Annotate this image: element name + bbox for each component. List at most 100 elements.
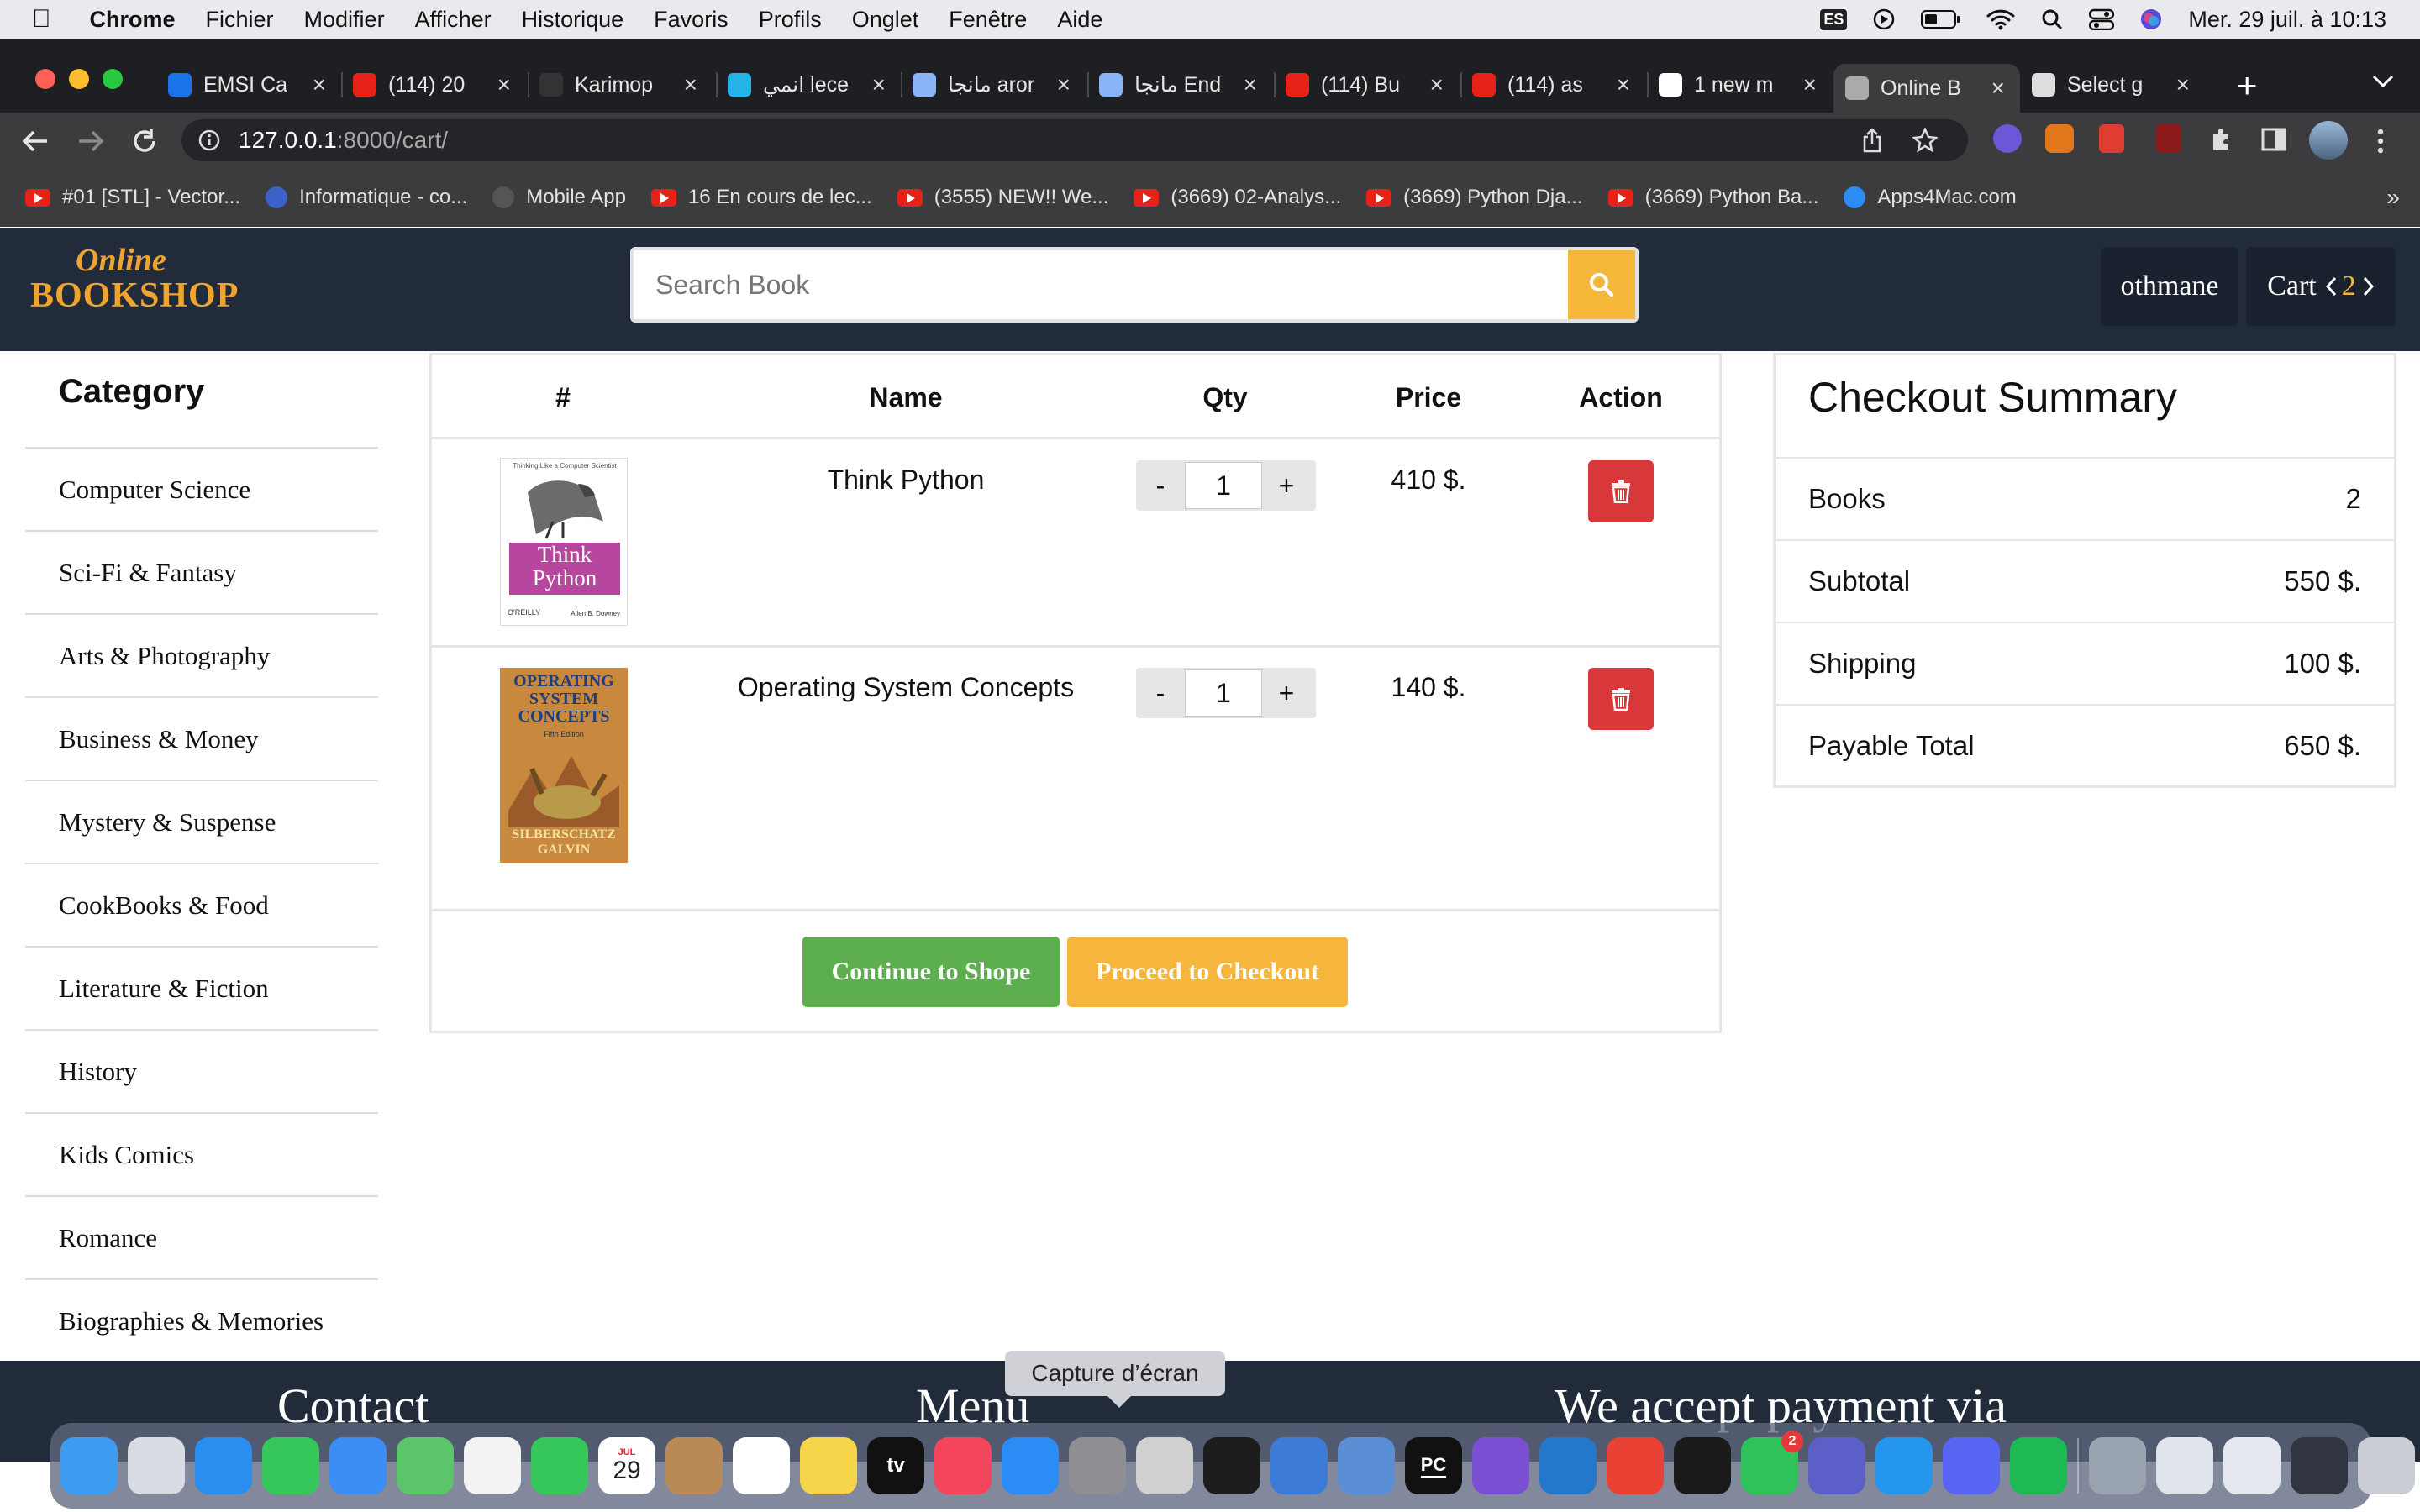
whatsapp-icon[interactable]: 2: [1741, 1431, 1803, 1494]
menu-favoris[interactable]: Favoris: [654, 7, 729, 33]
docker-icon[interactable]: [1876, 1437, 1933, 1494]
decrease-qty-button[interactable]: -: [1136, 678, 1185, 709]
xcode-icon[interactable]: [1270, 1437, 1328, 1494]
new-tab-button[interactable]: +: [2237, 66, 2258, 106]
play-status-icon[interactable]: [1872, 8, 1896, 31]
teams-icon[interactable]: [1808, 1437, 1865, 1494]
window-close-button[interactable]: [35, 69, 55, 89]
category-item[interactable]: Kids Comics: [25, 1112, 378, 1195]
bookmarks-overflow-button[interactable]: »: [2386, 184, 2400, 211]
logo-bookshop-text[interactable]: BOOKSHOP: [30, 276, 239, 316]
search-input[interactable]: [634, 250, 1568, 319]
cover-think-python[interactable]: Thinking Like a Computer Scientist Think…: [500, 458, 628, 626]
photos-icon[interactable]: [464, 1437, 521, 1494]
tab-close-icon[interactable]: ×: [1803, 71, 1817, 98]
menu-fenetre[interactable]: Fenêtre: [949, 7, 1027, 33]
bookmark-item[interactable]: Apps4Mac.com: [1844, 186, 2017, 209]
extension-adblock-icon[interactable]: [2099, 124, 2124, 153]
browser-tab[interactable]: مانجا aror ×: [913, 64, 1077, 106]
menu-app-name[interactable]: Chrome: [90, 7, 176, 33]
item-name[interactable]: Think Python: [828, 465, 985, 496]
browser-tab[interactable]: (114) 20 ×: [353, 64, 518, 106]
tab-close-icon[interactable]: ×: [1991, 75, 2005, 102]
tab-close-icon[interactable]: ×: [1430, 71, 1444, 98]
menu-bar-clock[interactable]: Mer. 29 juil. à 10:13: [2188, 7, 2386, 33]
forward-arrow-icon[interactable]: [77, 129, 104, 153]
bookmark-item[interactable]: (3669) Python Ba...: [1607, 186, 1818, 209]
bookmark-item[interactable]: (3555) NEW!! We...: [897, 186, 1108, 209]
screenshot-icon[interactable]: [1136, 1437, 1193, 1494]
pycharm-icon[interactable]: PC: [1405, 1437, 1462, 1494]
extension-ublock-icon[interactable]: [2156, 124, 2181, 153]
messages-icon[interactable]: [262, 1437, 319, 1494]
discord-icon[interactable]: [1943, 1437, 2000, 1494]
browser-tab[interactable]: Karimop ×: [539, 64, 704, 106]
notes-icon[interactable]: [800, 1437, 857, 1494]
network-icon[interactable]: [1338, 1437, 1395, 1494]
menu-onglet[interactable]: Onglet: [852, 7, 919, 33]
system-preferences-icon[interactable]: [1069, 1437, 1126, 1494]
continue-shopping-button[interactable]: Continue to Shope: [802, 937, 1060, 1007]
bookmark-item[interactable]: (3669) 02-Analys...: [1134, 186, 1341, 209]
tab-close-icon[interactable]: ×: [1057, 71, 1071, 98]
category-item[interactable]: Arts & Photography: [25, 613, 378, 696]
bookmark-item[interactable]: #01 [STL] - Vector...: [25, 186, 240, 209]
category-item[interactable]: CookBooks & Food: [25, 863, 378, 946]
bookmark-item[interactable]: Mobile App: [492, 186, 626, 209]
tab-close-icon[interactable]: ×: [1617, 71, 1630, 98]
spotlight-search-icon[interactable]: [2040, 8, 2064, 31]
menu-aide[interactable]: Aide: [1057, 7, 1102, 33]
delete-item-button[interactable]: [1588, 668, 1654, 730]
wifi-icon[interactable]: [1986, 8, 2015, 30]
increase-qty-button[interactable]: +: [1262, 470, 1311, 501]
siri-icon[interactable]: [2139, 8, 2163, 31]
profile-avatar[interactable]: [2309, 121, 2348, 160]
browser-tab[interactable]: 1 new m ×: [1659, 64, 1823, 106]
extension-metamask-icon[interactable]: [2045, 124, 2074, 153]
browser-tab[interactable]: مانجا End ×: [1099, 64, 1264, 106]
vscode-icon[interactable]: [1539, 1437, 1597, 1494]
preview-icon[interactable]: [2089, 1437, 2146, 1494]
browser-tab[interactable]: (114) Bu ×: [1286, 64, 1450, 106]
spotify-icon[interactable]: [2010, 1437, 2067, 1494]
recent-window-icon[interactable]: [2156, 1437, 2213, 1494]
activity-monitor-icon[interactable]: [1203, 1437, 1260, 1494]
delete-item-button[interactable]: [1588, 460, 1654, 522]
extensions-puzzle-icon[interactable]: [2208, 126, 2235, 153]
category-item[interactable]: Romance: [25, 1195, 378, 1278]
category-item[interactable]: Computer Science: [25, 447, 378, 530]
browser-tab[interactable]: (114) as ×: [1472, 64, 1637, 106]
window-minimize-button[interactable]: [69, 69, 89, 89]
control-center-icon[interactable]: [2089, 8, 2115, 30]
reload-icon[interactable]: [131, 128, 158, 155]
music-icon[interactable]: [934, 1437, 992, 1494]
category-item[interactable]: Business & Money: [25, 696, 378, 780]
chrome-icon[interactable]: [1607, 1437, 1664, 1494]
browser-tab[interactable]: انمي leсe ×: [728, 64, 892, 106]
maps-icon[interactable]: [397, 1437, 454, 1494]
qty-input[interactable]: 1: [1185, 669, 1262, 717]
category-item[interactable]: Literature & Fiction: [25, 946, 378, 1029]
recent-window-icon[interactable]: [2223, 1437, 2281, 1494]
menu-historique[interactable]: Historique: [522, 7, 624, 33]
decrease-qty-button[interactable]: -: [1136, 470, 1185, 501]
browser-tab-active[interactable]: Online B ×: [1833, 64, 2020, 113]
menu-modifier[interactable]: Modifier: [304, 7, 385, 33]
browser-tab[interactable]: Select g ×: [2032, 64, 2196, 106]
item-name[interactable]: Operating System Concepts: [738, 672, 1074, 703]
apple-menu-icon[interactable]: : [32, 5, 51, 34]
bookmark-star-icon[interactable]: [1912, 128, 1938, 153]
contacts-icon[interactable]: [666, 1437, 723, 1494]
safari-icon[interactable]: [195, 1437, 252, 1494]
browser-tab[interactable]: EMSI Ca ×: [168, 64, 333, 106]
tab-close-icon[interactable]: ×: [497, 71, 511, 98]
reminders-icon[interactable]: [733, 1437, 790, 1494]
menu-fichier[interactable]: Fichier: [206, 7, 274, 33]
cover-os-concepts[interactable]: OPERATING SYSTEM CONCEPTS Fifth Edition …: [500, 668, 628, 863]
tab-search-chevron-icon[interactable]: [2371, 74, 2395, 89]
tab-close-icon[interactable]: ×: [872, 71, 886, 98]
bookmark-item[interactable]: Informatique - co...: [266, 186, 467, 209]
site-info-icon[interactable]: [198, 129, 220, 151]
tab-close-icon[interactable]: ×: [1244, 71, 1257, 98]
recent-window-icon[interactable]: [2291, 1437, 2348, 1494]
